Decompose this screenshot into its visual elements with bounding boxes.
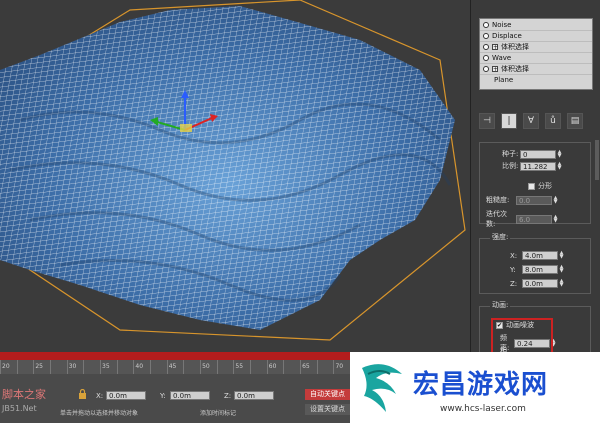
roughness-field[interactable]: 0.0 (516, 195, 552, 205)
strength-x-field[interactable]: 4.0m (522, 251, 558, 260)
coord-x-label: X: (96, 391, 104, 400)
stack-item-displace[interactable]: Displace (480, 30, 592, 42)
timeline-tick (16, 360, 34, 374)
iterations-label: 迭代次数: (486, 210, 507, 228)
timeline-tick: 40 (133, 360, 150, 374)
pin-stack-icon[interactable]: ⊣ (479, 113, 495, 129)
bulb-icon[interactable] (483, 43, 489, 50)
strength-y-field[interactable]: 8.0m (522, 265, 558, 274)
stack-item-label: 体积选择 (501, 64, 529, 73)
timeline-tick: 60 (266, 360, 284, 374)
expand-icon[interactable]: + (492, 65, 498, 72)
timeline-tick (116, 360, 134, 374)
timeline-tick: 50 (200, 360, 217, 374)
stack-item-noise[interactable]: Noise (480, 19, 592, 31)
spinner-icon[interactable]: ▲▼ (557, 149, 562, 159)
remove-modifier-icon[interactable]: ů (545, 113, 561, 129)
stack-item-label: 体积选择 (501, 42, 529, 51)
command-panel: Noise Displace + 体积选择 Wave + 体积选择 Plane (470, 0, 600, 365)
timeline-tick: 35 (100, 360, 117, 374)
make-unique-icon[interactable]: ∀ (523, 113, 539, 129)
coord-y-field[interactable]: 0.0m (170, 391, 210, 400)
spinner-icon[interactable]: ▲▼ (553, 214, 558, 224)
show-end-result-icon[interactable]: | (501, 113, 517, 129)
strength-z-label: Z: (510, 279, 518, 288)
lock-icon[interactable] (78, 389, 87, 399)
timeline-tick (250, 360, 267, 374)
timeline-tick (183, 360, 200, 374)
seed-label: 种子: (502, 150, 519, 158)
iterations-field[interactable]: 6.0 (516, 214, 552, 224)
scale-field[interactable]: 11.282 (520, 161, 556, 171)
timeline-tick: 30 (66, 360, 84, 374)
strength-y-label: Y: (510, 265, 516, 274)
time-slider-bar[interactable] (0, 352, 350, 360)
strength-title: 强度: (490, 232, 511, 242)
stack-item-volselect-1[interactable]: + 体积选择 (480, 41, 592, 53)
expand-icon[interactable]: + (492, 43, 498, 50)
coord-x-field[interactable]: 0.0m (106, 391, 146, 400)
stack-item-plane[interactable]: Plane (480, 74, 592, 85)
stack-item-wave[interactable]: Wave (480, 52, 592, 64)
timeline-tick (83, 360, 100, 374)
coord-y-label: Y: (160, 391, 166, 400)
panel-scrollbar[interactable] (595, 140, 599, 180)
fractal-checkbox[interactable] (528, 182, 535, 190)
coord-z-field[interactable]: 0.0m (234, 391, 274, 400)
timeline-tick (283, 360, 300, 374)
add-time-tag[interactable]: 添加时间标记 (200, 408, 236, 417)
strength-x-label: X: (510, 251, 518, 260)
timeline-tick: 45 (166, 360, 184, 374)
brand-title: 宏昌游戏网 (413, 370, 549, 400)
strength-group: 强度: X: 4.0m ▲ ▼ Y: 8.0m ▲ ▼ Z: 0.0m ▲ ▼ (479, 232, 591, 294)
fractal-label: 分形 (538, 182, 552, 190)
seed-field[interactable]: 0 (520, 149, 556, 159)
status-bar: X: 0.0m Y: 0.0m Z: 0.0m 单击并拖动以选择并移动对象 添加… (0, 374, 350, 423)
bulb-icon[interactable] (483, 54, 489, 61)
scale-label: 比例: (502, 162, 519, 170)
timeline-ruler[interactable]: 20 25 30 35 40 45 50 55 60 65 70 (0, 360, 350, 374)
timeline-tick: 65 (300, 360, 317, 374)
roughness-label: 粗糙度: (486, 196, 510, 204)
strength-z-field[interactable]: 0.0m (522, 279, 558, 288)
viewport-perspective[interactable] (0, 0, 470, 352)
timeline-tick: 25 (33, 360, 50, 374)
stack-item-label: Wave (492, 53, 512, 62)
stack-item-label: Displace (492, 31, 522, 40)
spinner-icon[interactable]: ▲▼ (559, 265, 564, 274)
timeline-tick (216, 360, 234, 374)
animation-title: 动画: (490, 300, 511, 310)
timeline-tick (316, 360, 334, 374)
stack-item-label: Noise (492, 20, 512, 29)
spinner-icon[interactable]: ▲▼ (559, 279, 564, 288)
stack-item-label: Plane (494, 75, 514, 84)
timeline-tick: 20 (0, 360, 17, 374)
bulb-icon[interactable] (483, 21, 489, 28)
auto-key-button[interactable]: 自动关键点 (305, 389, 350, 400)
coord-z-label: Z: (224, 391, 232, 400)
brand-logo-icon (362, 364, 402, 412)
spinner-icon[interactable]: ▲▼ (553, 195, 558, 205)
configure-sets-icon[interactable]: ▤ (567, 113, 583, 129)
spinner-icon[interactable]: ▲▼ (557, 161, 562, 171)
modifier-stack: Noise Displace + 体积选择 Wave + 体积选择 Plane (479, 18, 593, 90)
watermark-site-domain: JB51.Net (2, 404, 37, 413)
brand-url[interactable]: www.hcs-laser.com (440, 404, 526, 414)
timeline-tick: 70 (333, 360, 350, 374)
status-prompt: 单击并拖动以选择并移动对象 (60, 410, 139, 417)
stack-toolbar: ⊣ | ∀ ů ▤ (479, 110, 591, 132)
timeline-tick: 55 (233, 360, 250, 374)
brand-overlay: 宏昌游戏网 www.hcs-laser.com (350, 352, 600, 423)
noise-params-group: 种子: 0 ▲ ▼ 比例: 11.282 ▲ ▼ 分形 粗糙度: 0.0 ▲ ▼ 迭代… (479, 142, 591, 228)
timeline-tick (50, 360, 67, 374)
spinner-icon[interactable]: ▲▼ (559, 251, 564, 260)
stack-item-volselect-2[interactable]: + 体积选择 (480, 63, 592, 75)
timeline-tick (150, 360, 167, 374)
bulb-icon[interactable] (483, 32, 489, 39)
watermark-site-name: 脚本之家 (2, 388, 46, 401)
wave-mesh (0, 0, 466, 341)
set-key-button[interactable]: 设置关键点 (305, 404, 350, 415)
bulb-icon[interactable] (483, 65, 489, 72)
